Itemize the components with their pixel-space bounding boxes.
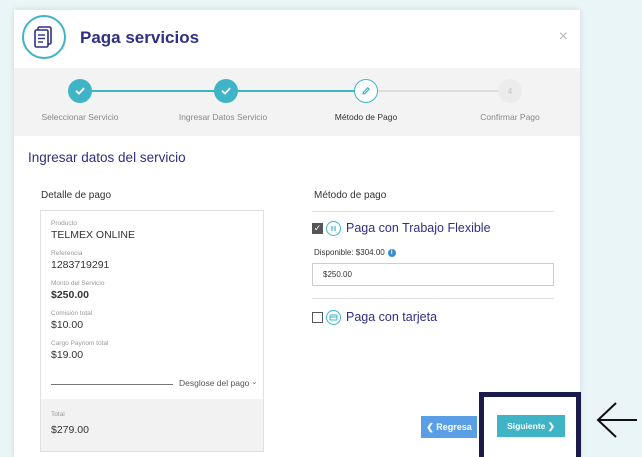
amount-input[interactable] [312,263,554,286]
detail-item-referencia: Referencia 1283719291 [51,249,255,272]
close-button[interactable]: × [559,28,568,46]
payment-detail-card: Producto TELMEX ONLINE Referencia 128371… [40,210,264,452]
step-2-label: Ingresar Datos Servicio [178,112,268,122]
tarjeta-checkbox[interactable] [312,311,323,323]
trabajo-flexible-label: Paga con Trabajo Flexible [346,221,491,235]
option-trabajo-flexible[interactable]: ✓ Paga con Trabajo Flexible [312,219,491,237]
detail-title: Detalle de pago [41,190,112,201]
disponible-row: Disponible: $304.00 i [314,248,396,257]
desglose-toggle[interactable]: Desglose del pago ⌄ [51,377,258,391]
back-button[interactable]: ❮ Regresa [421,416,477,438]
divider [312,298,554,299]
payment-method-title: Método de pago [314,190,387,201]
total-section: Total $279.00 [41,399,263,451]
detail-item-producto: Producto TELMEX ONLINE [51,219,255,242]
step-connector [226,90,366,92]
step-3-label: Método de Pago [334,112,398,122]
modal-title: Paga servicios [80,28,200,47]
detail-item-label: Cargo Paynom total [51,340,109,347]
detail-item-monto: Monto del Servicio $250.00 [51,279,255,302]
step-connector [80,90,226,92]
card-icon [326,309,341,325]
desglose-label: Desglose del pago [179,378,250,388]
divider [312,211,554,212]
detail-item-value: 1283719291 [51,259,110,271]
modal-header: Paga servicios × [14,10,580,68]
detail-item-label: Monto del Servicio [51,280,105,287]
step-4-number: 4 [498,79,522,103]
receipt-icon [22,15,66,59]
step-3-pencil-icon [354,79,378,103]
step-connector [366,90,510,92]
detail-item-label: Comisión total [51,310,93,317]
info-icon[interactable]: i [387,248,396,257]
flexible-work-icon [326,220,341,236]
section-title: Ingresar datos del servicio [28,150,186,165]
step-2-check-icon [214,79,238,103]
chevron-down-icon: ⌄ [251,377,258,386]
disponible-label: Disponible: $304.00 [314,248,385,257]
detail-item-value: $10.00 [51,319,84,331]
arrow-left-icon [596,402,637,438]
detail-item-label: Referencia [51,250,83,257]
detail-item-value: $250.00 [51,289,89,301]
trabajo-flexible-checkbox[interactable]: ✓ [312,222,323,234]
step-1-label: Seleccionar Servicio [41,112,119,122]
progress-stepper: 4 Seleccionar Servicio Ingresar Datos Se… [14,68,580,136]
detail-item-value: $19.00 [51,349,84,361]
step-4-label: Confirmar Pago [480,112,540,122]
payment-modal: Paga servicios × 4 Seleccionar Servicio … [14,10,580,457]
detail-item-label: Producto [51,220,78,227]
total-value: $279.00 [51,424,89,436]
divider [51,384,173,385]
detail-item-comision: Comisión total $10.00 [51,309,255,332]
next-button[interactable]: Siguiente ❯ [497,415,565,437]
step-1-check-icon [68,79,92,103]
detail-item-cargo: Cargo Paynom total $19.00 [51,339,255,362]
option-tarjeta[interactable]: Paga con tarjeta [312,308,437,326]
total-label: Total [51,411,65,418]
tarjeta-label: Paga con tarjeta [346,310,438,324]
detail-item-value: TELMEX ONLINE [51,229,136,241]
